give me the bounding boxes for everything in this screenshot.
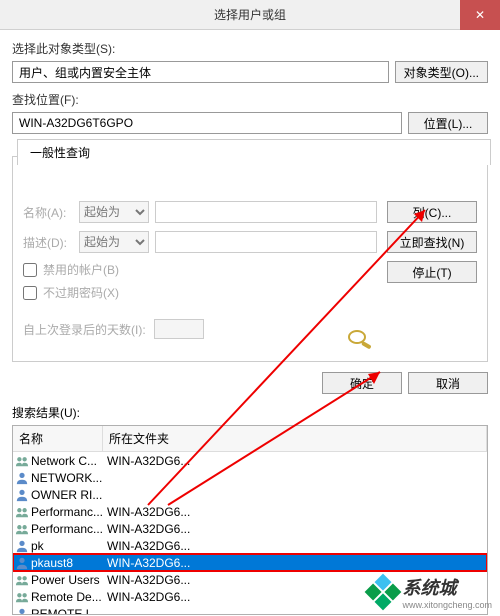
chk-disabled[interactable] [23,263,37,277]
cancel-button[interactable]: 取消 [408,372,488,394]
table-row[interactable]: Performanc...WIN-A32DG6... [13,503,487,520]
stop-button[interactable]: 停止(T) [387,261,477,283]
days-field[interactable] [154,319,204,339]
query-tabs: 一般性查询 名称(A): 起始为 描述(D): 起始为 禁用的帐户(B) 不过期… [12,156,488,362]
col-name[interactable]: 名称 [13,426,103,451]
user-icon [15,539,29,553]
object-type-input[interactable] [12,61,389,83]
table-row[interactable]: OWNER RI... [13,486,487,503]
find-now-button[interactable]: 立即查找(N) [387,231,477,253]
table-row[interactable]: NETWORK... [13,469,487,486]
titlebar: 选择用户或组 ✕ [0,0,500,30]
watermark-url: www.xitongcheng.com [402,600,492,610]
results-label: 搜索结果(U): [0,404,500,425]
group-icon [15,505,29,519]
close-button[interactable]: ✕ [460,0,500,30]
name-mode-select[interactable]: 起始为 [79,201,149,223]
tab-general[interactable]: 一般性查询 [17,139,491,165]
location-input[interactable] [12,112,402,134]
watermark-brand: 系统城 [402,578,456,598]
ok-button[interactable]: 确定 [322,372,402,394]
desc-mode-select[interactable]: 起始为 [79,231,149,253]
name-field[interactable] [155,201,377,223]
noexpire-password-checkbox[interactable]: 不过期密码(X) [23,284,377,301]
columns-button[interactable]: 列(C)... [387,201,477,223]
group-icon [15,454,29,468]
search-icon [345,327,377,351]
group-icon [15,522,29,536]
close-icon: ✕ [475,8,485,22]
chk-noexpire[interactable] [23,286,37,300]
watermark: 系统城 www.xitongcheng.com [370,574,492,610]
name-label: 名称(A): [23,204,73,221]
desc-field[interactable] [155,231,377,253]
group-icon [15,590,29,604]
user-icon [15,471,29,485]
location-label: 查找位置(F): [12,91,488,108]
object-type-label: 选择此对象类型(S): [12,40,488,57]
locations-button[interactable]: 位置(L)... [408,112,488,134]
user-icon [15,556,29,570]
table-row[interactable]: Performanc...WIN-A32DG6... [13,520,487,537]
results-header: 名称 所在文件夹 [13,426,487,452]
upper-panel: 选择此对象类型(S): 对象类型(O)... 查找位置(F): 位置(L)... [0,30,500,152]
col-folder[interactable]: 所在文件夹 [103,426,487,451]
desc-label: 描述(D): [23,234,73,251]
disabled-accounts-checkbox[interactable]: 禁用的帐户(B) [23,261,377,278]
user-icon [15,607,29,616]
watermark-logo-icon [365,574,402,611]
window-title: 选择用户或组 [214,6,286,23]
object-types-button[interactable]: 对象类型(O)... [395,61,488,83]
group-icon [15,573,29,587]
table-row[interactable]: Network C...WIN-A32DG6... [13,452,487,469]
user-icon [15,488,29,502]
table-row[interactable]: pkaust8WIN-A32DG6... [13,554,487,571]
days-label: 自上次登录后的天数(I): [23,321,146,338]
table-row[interactable]: pkWIN-A32DG6... [13,537,487,554]
